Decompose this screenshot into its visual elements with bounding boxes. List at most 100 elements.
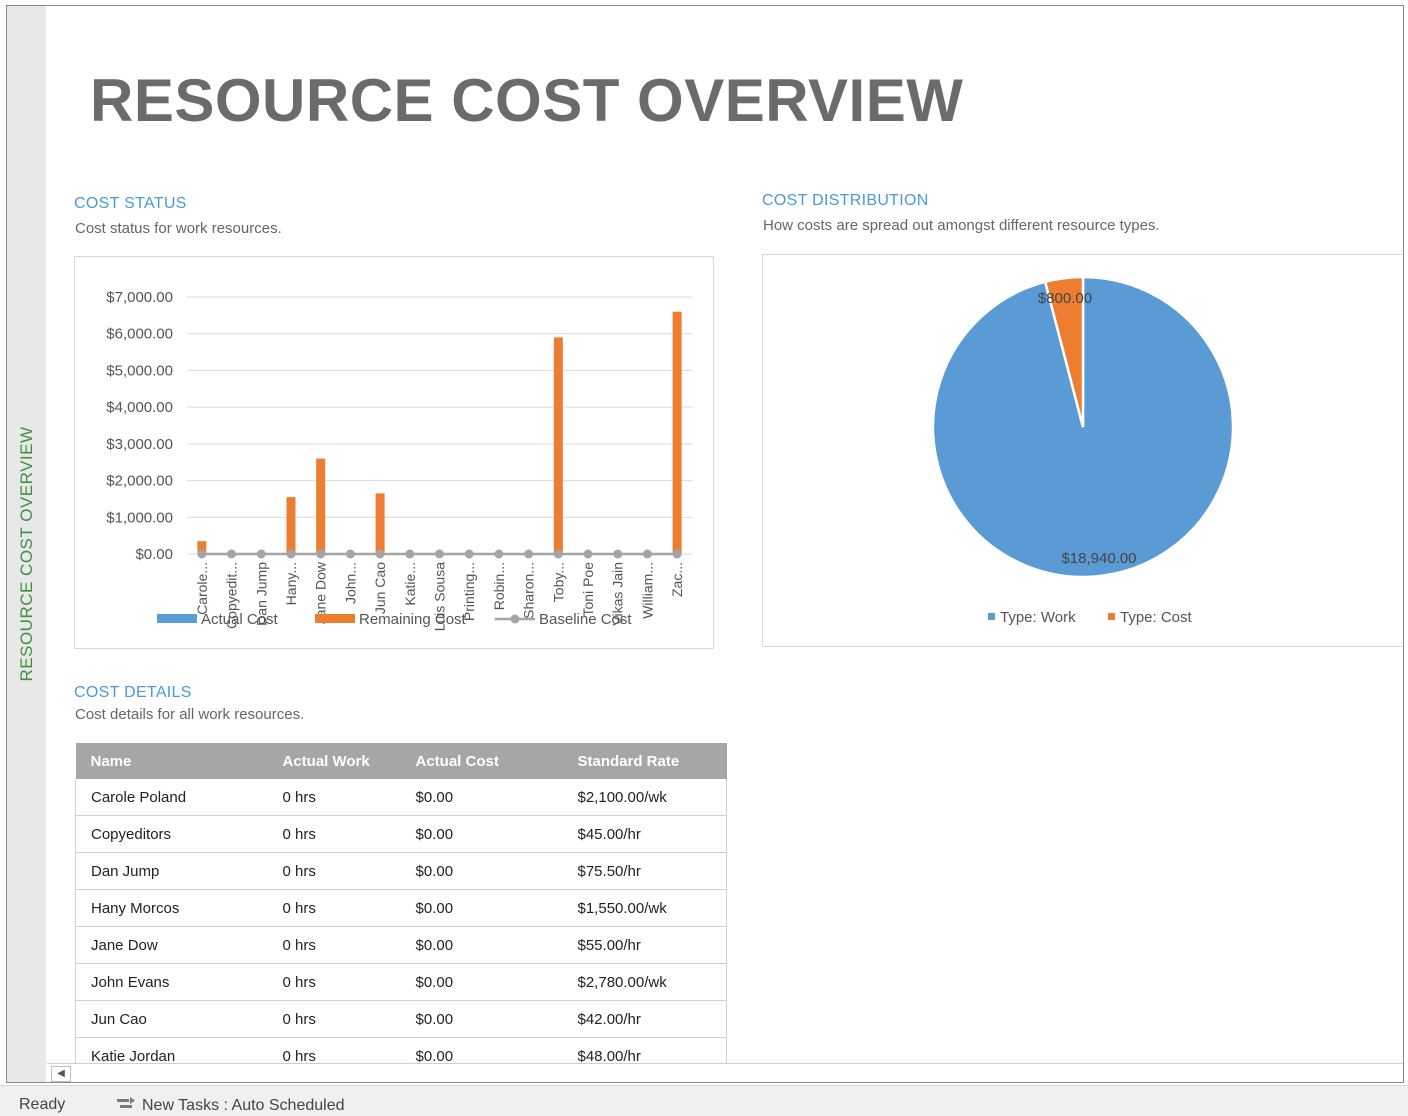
bar-remaining-cost	[672, 311, 682, 554]
cost-distribution-title[interactable]: COST DISTRIBUTION	[762, 192, 929, 210]
cell-standard-rate: $45.00/hr	[562, 815, 727, 853]
cost-distribution-subtitle: How costs are spread out amongst differe…	[763, 217, 1160, 234]
cell-actual-work: 0 hrs	[267, 852, 401, 890]
baseline-cost-point	[405, 549, 415, 559]
cost-details-title[interactable]: COST DETAILS	[74, 684, 192, 702]
column-header-actual-work: Actual Work	[267, 743, 401, 779]
bar-remaining-cost	[553, 337, 563, 554]
sidebar-report-label: RESOURCE COST OVERVIEW	[17, 426, 36, 682]
scroll-left-icon[interactable]: ◀	[51, 1066, 71, 1082]
legend-swatch-marker	[510, 614, 520, 624]
baseline-cost-point	[613, 549, 623, 559]
baseline-cost-point	[553, 549, 563, 559]
legend-swatch	[315, 614, 355, 623]
cell-name: Jane Dow	[75, 926, 268, 964]
cell-name: John Evans	[75, 963, 268, 1001]
baseline-cost-point	[286, 549, 296, 559]
x-category-label: Robin...	[491, 562, 507, 610]
cell-actual-work: 0 hrs	[267, 1000, 401, 1038]
cell-standard-rate: $2,780.00/wk	[562, 963, 727, 1001]
column-header-standard-rate: Standard Rate	[562, 743, 727, 779]
y-tick-label: $3,000.00	[106, 436, 173, 453]
y-tick-label: $2,000.00	[106, 473, 173, 490]
table-header-row: Name Actual Work Actual Cost Standard Ra…	[75, 743, 727, 779]
legend-label: Remaining Cost	[359, 611, 467, 628]
x-category-label: John...	[342, 562, 358, 604]
cost-status-chart-svg: $0.00 $1,000.00 $2,000.00 $3,000.00 $4,000.0…	[106, 289, 692, 631]
cost-distribution-chart-svg: $18,940.00 $800.00 Type: Work Type: Cost	[931, 275, 1235, 626]
cell-actual-work: 0 hrs	[267, 889, 401, 927]
cost-details-table[interactable]: Name Actual Work Actual Cost Standard Ra…	[75, 743, 727, 1075]
cell-standard-rate: $42.00/hr	[562, 1000, 727, 1038]
cell-name: Hany Morcos	[75, 889, 268, 927]
legend-label: Type: Work	[1000, 609, 1076, 626]
legend-swatch	[988, 613, 995, 620]
cell-actual-cost: $0.00	[400, 926, 563, 964]
cell-standard-rate: $55.00/hr	[562, 926, 727, 964]
y-tick-label: $0.00	[135, 546, 173, 563]
cell-name: Copyeditors	[75, 815, 268, 853]
y-tick-label: $6,000.00	[106, 326, 173, 343]
cost-status-chart[interactable]: $0.00 $1,000.00 $2,000.00 $3,000.00 $4,000.0…	[74, 256, 714, 649]
cell-actual-work: 0 hrs	[267, 815, 401, 853]
cell-actual-cost: $0.00	[400, 815, 563, 853]
new-tasks-mode[interactable]: New Tasks : Auto Scheduled	[116, 1096, 345, 1115]
x-category-label: Toni Poe	[580, 562, 596, 617]
cell-standard-rate: $2,100.00/wk	[562, 779, 727, 816]
cell-actual-cost: $0.00	[400, 889, 563, 927]
table-row[interactable]: Jane Dow 0 hrs $0.00 $55.00/hr	[75, 926, 727, 964]
pie-slice-label: $18,940.00	[1061, 550, 1136, 567]
legend-swatch	[157, 614, 197, 623]
x-category-label: Carole...	[194, 562, 210, 615]
page-title: RESOURCE COST OVERVIEW	[90, 67, 964, 134]
column-header-actual-cost: Actual Cost	[400, 743, 563, 779]
bar-remaining-cost	[286, 497, 296, 554]
baseline-cost-point	[583, 549, 593, 559]
x-category-label: Jun Cao	[372, 562, 388, 614]
status-ready: Ready	[19, 1096, 66, 1113]
cell-actual-cost: $0.00	[400, 779, 563, 816]
cost-status-title[interactable]: COST STATUS	[74, 195, 187, 213]
baseline-cost-point	[227, 549, 237, 559]
y-tick-label: $4,000.00	[106, 399, 173, 416]
table-row[interactable]: Copyeditors 0 hrs $0.00 $45.00/hr	[75, 815, 727, 853]
cost-distribution-chart[interactable]: $18,940.00 $800.00 Type: Work Type: Cost	[762, 254, 1403, 647]
y-tick-label: $7,000.00	[106, 289, 173, 306]
x-category-label: William...	[639, 562, 655, 619]
baseline-cost-point	[642, 549, 652, 559]
table-row[interactable]: Carole Poland 0 hrs $0.00 $2,100.00/wk	[75, 779, 727, 816]
cell-standard-rate: $75.50/hr	[562, 852, 727, 890]
cell-actual-cost: $0.00	[400, 1000, 563, 1038]
legend-label: Type: Cost	[1120, 609, 1193, 626]
cost-details-subtitle: Cost details for all work resources.	[75, 706, 305, 723]
baseline-cost-point	[256, 549, 266, 559]
legend-label: Baseline Cost	[539, 611, 632, 628]
table-row[interactable]: Dan Jump 0 hrs $0.00 $75.50/hr	[75, 852, 727, 890]
x-category-label: Hany...	[283, 562, 299, 605]
baseline-cost-point	[316, 549, 326, 559]
cell-actual-cost: $0.00	[400, 963, 563, 1001]
baseline-cost-point	[197, 549, 207, 559]
cell-actual-work: 0 hrs	[267, 926, 401, 964]
cell-actual-work: 0 hrs	[267, 963, 401, 1001]
pie-slice-label: $800.00	[1038, 290, 1092, 307]
table-row[interactable]: Hany Morcos 0 hrs $0.00 $1,550.00/wk	[75, 889, 727, 927]
baseline-cost-point	[375, 549, 385, 559]
cell-name: Jun Cao	[75, 1000, 268, 1038]
table-row[interactable]: Jun Cao 0 hrs $0.00 $42.00/hr	[75, 1000, 727, 1038]
y-tick-label: $1,000.00	[106, 509, 173, 526]
bar-remaining-cost	[316, 458, 326, 554]
table-row[interactable]: John Evans 0 hrs $0.00 $2,780.00/wk	[75, 963, 727, 1001]
status-bar: Ready New Tasks : Auto Scheduled	[0, 1085, 1408, 1116]
x-category-label: Katie...	[402, 562, 418, 606]
cell-actual-work: 0 hrs	[267, 779, 401, 816]
cell-actual-cost: $0.00	[400, 852, 563, 890]
baseline-cost-point	[494, 549, 504, 559]
auto-schedule-icon	[117, 1097, 135, 1108]
baseline-cost-point	[524, 549, 534, 559]
horizontal-scrollbar[interactable]: ◀	[47, 1063, 1403, 1082]
y-tick-label: $5,000.00	[106, 362, 173, 379]
legend-label: Actual Cost	[201, 611, 279, 628]
cell-name: Dan Jump	[75, 852, 268, 890]
x-category-label: Zac...	[669, 562, 685, 597]
